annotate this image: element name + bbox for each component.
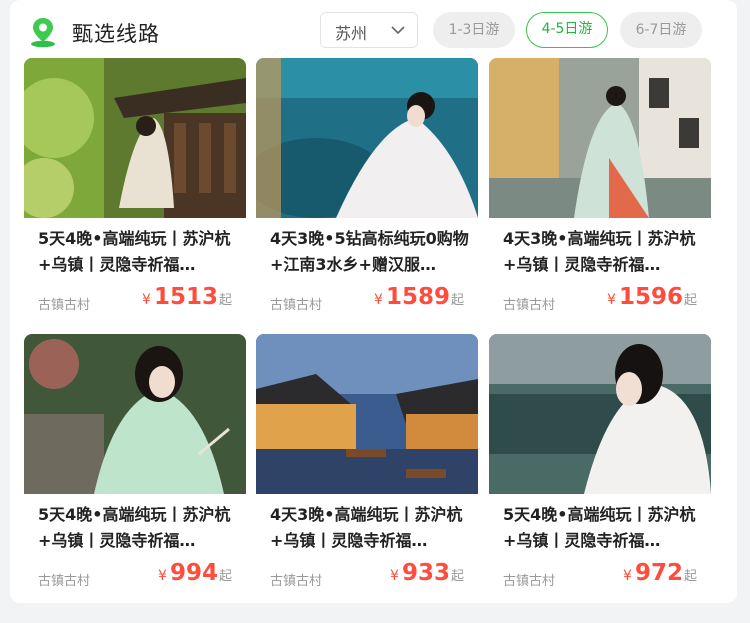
route-panel: 甄选线路 苏州 1-3日游 4-5日游 6-7日游 5天4晚•高端纯玩丨苏沪杭+… bbox=[10, 0, 737, 603]
price-amount: 972 bbox=[634, 560, 683, 586]
route-card[interactable]: 4天3晚•5钻高标纯玩0购物+江南3水乡+赠汉服… 古镇古村 ¥1589起 bbox=[256, 58, 478, 316]
currency-symbol: ¥ bbox=[142, 292, 151, 308]
route-card[interactable]: 4天3晚•高端纯玩丨苏沪杭+乌镇丨灵隐寺祈福… 古镇古村 ¥1596起 bbox=[489, 58, 711, 316]
price-suffix: 起 bbox=[450, 569, 464, 584]
price-amount: 1596 bbox=[618, 284, 683, 310]
currency-symbol: ¥ bbox=[607, 292, 616, 308]
price-amount: 1589 bbox=[385, 284, 450, 310]
route-title: 4天3晚•高端纯玩丨苏沪杭+乌镇丨灵隐寺祈福… bbox=[270, 505, 463, 550]
route-photo bbox=[489, 334, 711, 494]
currency-symbol: ¥ bbox=[390, 568, 399, 584]
filter-1-3-days[interactable]: 1-3日游 bbox=[433, 12, 515, 48]
route-price: ¥933起 bbox=[390, 560, 464, 586]
route-photo bbox=[24, 58, 246, 218]
route-title: 5天4晚•高端纯玩丨苏沪杭+乌镇丨灵隐寺祈福… bbox=[38, 229, 231, 274]
chevron-down-icon bbox=[391, 26, 405, 35]
route-photo bbox=[24, 334, 246, 494]
price-suffix: 起 bbox=[218, 569, 232, 584]
city-dropdown[interactable]: 苏州 bbox=[320, 12, 418, 48]
price-amount: 994 bbox=[169, 560, 218, 586]
route-tag: 古镇古村 bbox=[503, 574, 556, 589]
route-title: 4天3晚•5钻高标纯玩0购物+江南3水乡+赠汉服… bbox=[270, 229, 469, 274]
route-title: 5天4晚•高端纯玩丨苏沪杭+乌镇丨灵隐寺祈福… bbox=[38, 505, 231, 550]
filter-4-5-days[interactable]: 4-5日游 bbox=[526, 12, 608, 48]
route-price: ¥1513起 bbox=[142, 284, 232, 310]
filter-6-7-days[interactable]: 6-7日游 bbox=[620, 12, 702, 48]
currency-symbol: ¥ bbox=[158, 568, 167, 584]
route-price: ¥1589起 bbox=[374, 284, 464, 310]
route-photo bbox=[256, 58, 478, 218]
route-photo bbox=[489, 58, 711, 218]
route-tag: 古镇古村 bbox=[270, 298, 323, 313]
price-amount: 933 bbox=[401, 560, 450, 586]
city-value: 苏州 bbox=[335, 24, 368, 43]
route-price: ¥1596起 bbox=[607, 284, 697, 310]
price-suffix: 起 bbox=[218, 293, 232, 308]
route-tag: 古镇古村 bbox=[38, 574, 91, 589]
currency-symbol: ¥ bbox=[623, 568, 632, 584]
page-title: 甄选线路 bbox=[72, 22, 160, 46]
currency-symbol: ¥ bbox=[374, 292, 383, 308]
route-card[interactable]: 4天3晚•高端纯玩丨苏沪杭+乌镇丨灵隐寺祈福… 古镇古村 ¥933起 bbox=[256, 334, 478, 592]
route-title: 5天4晚•高端纯玩丨苏沪杭+乌镇丨灵隐寺祈福… bbox=[503, 505, 696, 550]
price-suffix: 起 bbox=[683, 569, 697, 584]
price-suffix: 起 bbox=[683, 293, 697, 308]
price-amount: 1513 bbox=[153, 284, 218, 310]
route-card[interactable]: 5天4晚•高端纯玩丨苏沪杭+乌镇丨灵隐寺祈福… 古镇古村 ¥972起 bbox=[489, 334, 711, 592]
route-card[interactable]: 5天4晚•高端纯玩丨苏沪杭+乌镇丨灵隐寺祈福… 古镇古村 ¥994起 bbox=[24, 334, 246, 592]
price-suffix: 起 bbox=[450, 293, 464, 308]
route-tag: 古镇古村 bbox=[270, 574, 323, 589]
section-header: 甄选线路 苏州 1-3日游 4-5日游 6-7日游 bbox=[10, 0, 737, 60]
route-title: 4天3晚•高端纯玩丨苏沪杭+乌镇丨灵隐寺祈福… bbox=[503, 229, 696, 274]
route-photo bbox=[256, 334, 478, 494]
map-pin-icon bbox=[31, 18, 55, 48]
route-price: ¥994起 bbox=[158, 560, 232, 586]
route-tag: 古镇古村 bbox=[503, 298, 556, 313]
route-price: ¥972起 bbox=[623, 560, 697, 586]
route-card[interactable]: 5天4晚•高端纯玩丨苏沪杭+乌镇丨灵隐寺祈福… 古镇古村 ¥1513起 bbox=[24, 58, 246, 316]
route-tag: 古镇古村 bbox=[38, 298, 91, 313]
